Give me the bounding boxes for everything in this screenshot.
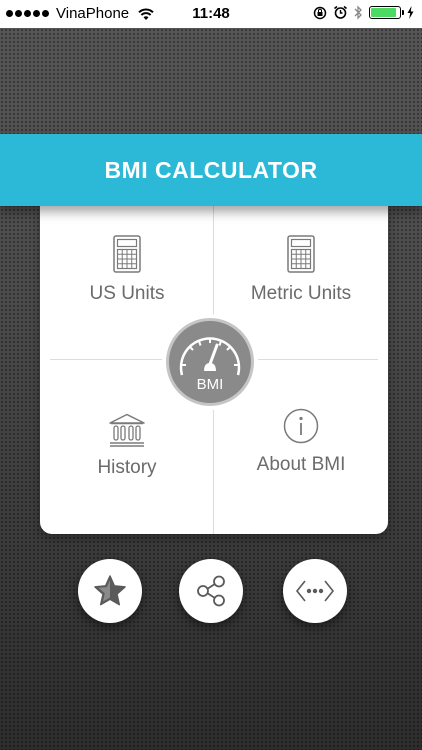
building-icon	[109, 413, 145, 447]
about-bmi-label: About BMI	[256, 454, 346, 475]
alarm-icon	[334, 5, 347, 19]
title-banner: BMI CALCULATOR	[0, 134, 422, 206]
bmi-badge-label: BMI	[196, 376, 224, 393]
bmi-gauge-badge: BMI	[162, 314, 258, 410]
bluetooth-icon	[354, 5, 362, 20]
star-icon	[94, 575, 126, 606]
history-label: History	[97, 457, 157, 478]
page-title: BMI CALCULATOR	[104, 156, 318, 183]
status-bar: VinaPhone 11:48	[0, 0, 422, 28]
metric-units-label: Metric Units	[250, 283, 352, 304]
bmi-gauge-circle: BMI	[166, 318, 254, 406]
rate-app-button[interactable]	[78, 559, 142, 623]
charging-bolt-icon	[407, 6, 414, 19]
battery-icon	[369, 6, 404, 19]
more-apps-icon	[295, 580, 335, 602]
battery-fill	[371, 8, 396, 17]
more-apps-button[interactable]	[283, 559, 347, 623]
calculator-icon	[113, 235, 141, 273]
info-icon	[283, 408, 319, 444]
orientation-lock-icon	[313, 6, 327, 19]
us-units-label: US Units	[89, 283, 165, 304]
share-button[interactable]	[179, 559, 243, 623]
share-icon	[197, 575, 225, 607]
status-right	[313, 5, 414, 20]
calculator-icon	[287, 235, 315, 273]
